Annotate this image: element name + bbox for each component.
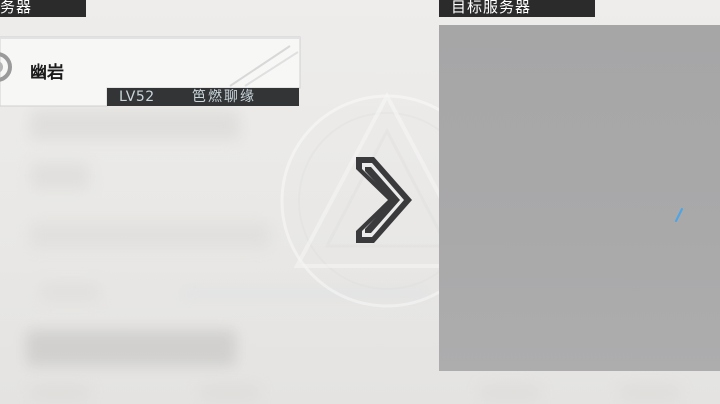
loading-icon	[675, 208, 683, 222]
bg-blur-block	[480, 385, 540, 401]
character-card[interactable]: 幽岩 LV52 笆燃聊缘	[0, 36, 301, 108]
bg-blur-block	[26, 330, 236, 366]
bg-blur-block	[30, 162, 90, 190]
target-server-panel[interactable]	[439, 25, 720, 371]
bg-blur-block	[40, 283, 100, 301]
avatar-ring-icon	[0, 52, 12, 82]
character-info-bar: LV52 笆燃聊缘	[107, 88, 299, 106]
bg-blur-block	[620, 385, 680, 401]
character-name: 幽岩	[30, 63, 64, 83]
bg-blur-block	[30, 385, 90, 401]
chevron-right-icon	[356, 157, 412, 243]
bg-blur-block	[30, 110, 240, 140]
character-server: 笆燃聊缘	[192, 89, 256, 105]
bg-blur-block	[200, 385, 260, 401]
bg-blur-block	[30, 222, 270, 248]
target-server-label: 目标服务器	[439, 0, 595, 17]
character-level: LV52	[119, 89, 155, 105]
current-server-label: 务器	[0, 0, 86, 17]
